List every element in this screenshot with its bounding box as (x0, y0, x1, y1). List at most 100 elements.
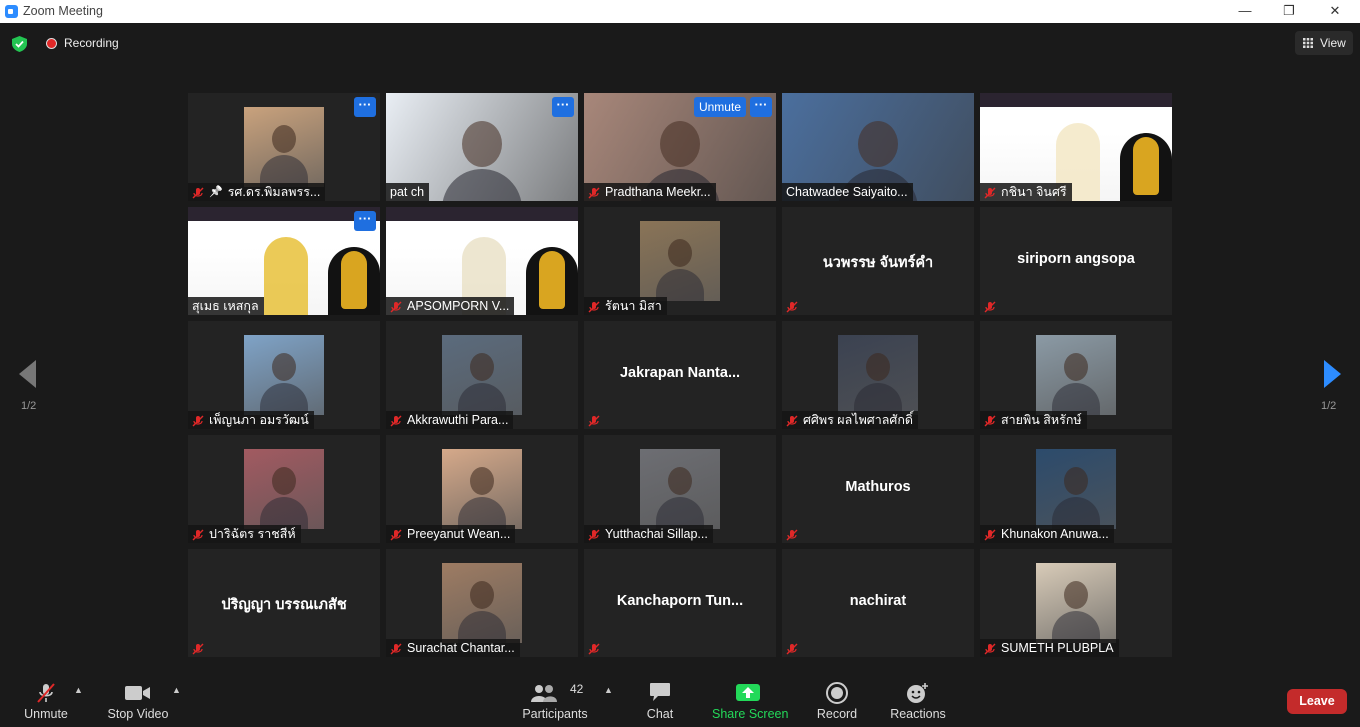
muted-microphone-icon (390, 642, 402, 655)
participant-name-tag: Yutthachai Sillap... (584, 525, 713, 543)
participant-tile[interactable]: Akkrawuthi Para... (386, 321, 578, 429)
participant-name: สุเมธ เหสกุล (192, 299, 259, 313)
participant-name-tag: กชินา จินศรี (980, 183, 1072, 201)
participant-tile[interactable]: Chatwadee Saiyaito... (782, 93, 974, 201)
video-options-chevron-icon[interactable]: ▲ (172, 685, 181, 695)
participant-tile[interactable]: เพ็ญนภา อมรวัฒน์ (188, 321, 380, 429)
more-options-icon[interactable]: ··· (354, 211, 376, 231)
close-button[interactable]: ✕ (1312, 0, 1358, 23)
view-button[interactable]: View (1295, 31, 1353, 55)
participant-name-tag (782, 297, 808, 315)
muted-microphone-icon (588, 300, 600, 313)
participant-display-name: nachirat (849, 593, 907, 609)
participant-tile[interactable]: ··· pat ch (386, 93, 578, 201)
participants-options-chevron-icon[interactable]: ▲ (604, 685, 613, 695)
leave-button[interactable]: Leave (1287, 689, 1347, 714)
participant-name: Akkrawuthi Para... (407, 413, 509, 427)
participant-tile[interactable]: ··· สุเมธ เหสกุล (188, 207, 380, 315)
previous-page-icon[interactable] (19, 360, 36, 388)
participant-tile[interactable]: ศศิพร ผลไพศาลศักดิ์ (782, 321, 974, 429)
participant-tile[interactable]: Surachat Chantar... (386, 549, 578, 657)
participant-tile[interactable]: รัตนา มิสา (584, 207, 776, 315)
participant-tile[interactable]: สายพิน สิหรักษ์ (980, 321, 1172, 429)
participant-photo (640, 449, 720, 529)
participant-name-tag: ศศิพร ผลไพศาลศักดิ์ (782, 411, 919, 429)
record-icon (826, 682, 848, 704)
participant-tile[interactable]: Yutthachai Sillap... (584, 435, 776, 543)
page-indicator-left: 1/2 (21, 400, 37, 412)
participant-tile[interactable]: Unmute ··· Pradthana Meekr... (584, 93, 776, 201)
participant-name-tag (980, 297, 1006, 315)
participant-tile[interactable]: ปาริฉัตร ราชสีห์ (188, 435, 380, 543)
reactions-button[interactable]: Reactions (890, 675, 946, 727)
muted-microphone-icon (192, 642, 204, 655)
participant-name: Khunakon Anuwa... (1001, 527, 1109, 541)
participant-name-tag: Chatwadee Saiyaito... (782, 183, 913, 201)
muted-microphone-icon (390, 300, 402, 313)
muted-microphone-icon (192, 414, 204, 427)
minimize-button[interactable]: — (1222, 0, 1268, 23)
participants-button[interactable]: 42 Participants (522, 675, 588, 727)
muted-microphone-icon (390, 414, 402, 427)
participant-name-tag: รัตนา มิสา (584, 297, 667, 315)
muted-microphone-icon (786, 414, 798, 427)
muted-microphone-icon (984, 186, 996, 199)
participant-display-name: ปริญญา บรรณเภสัช (221, 597, 347, 613)
participant-name: เพ็ญนภา อมรวัฒน์ (209, 413, 309, 427)
participant-name: กชินา จินศรี (1001, 185, 1067, 199)
tile-unmute-button[interactable]: Unmute (693, 97, 746, 117)
chat-button[interactable]: Chat (640, 675, 680, 727)
participant-name-tag (188, 639, 214, 657)
encryption-shield-icon[interactable] (12, 36, 27, 52)
stop-video-button[interactable]: Stop Video (104, 675, 172, 727)
share-screen-button[interactable]: Share Screen (712, 675, 788, 727)
share-screen-icon (736, 684, 760, 701)
chat-label: Chat (646, 707, 674, 721)
participant-name-tag: Khunakon Anuwa... (980, 525, 1114, 543)
participant-name: Chatwadee Saiyaito... (786, 185, 908, 199)
more-options-icon[interactable]: ··· (552, 97, 574, 117)
participant-tile[interactable]: APSOMPORN V... (386, 207, 578, 315)
more-options-icon[interactable]: ··· (750, 97, 772, 117)
participant-photo (442, 449, 522, 529)
participant-name-tag: Surachat Chantar... (386, 639, 520, 657)
participant-name: สายพิน สิหรักษ์ (1001, 413, 1082, 427)
participants-label: Participants (522, 707, 588, 721)
participant-photo (1036, 449, 1116, 529)
participant-name: Preeyanut Wean... (407, 527, 511, 541)
audio-options-chevron-icon[interactable]: ▲ (74, 685, 83, 695)
muted-microphone-icon (786, 528, 798, 541)
more-options-icon[interactable]: ··· (354, 97, 376, 117)
participant-tile[interactable]: Kanchaporn Tun... (584, 549, 776, 657)
pin-icon: 📌 (209, 186, 223, 198)
participant-name-tag: Akkrawuthi Para... (386, 411, 514, 429)
meeting-toolbar: Unmute ▲ Stop Video ▲ 42 Participants ▲ … (0, 675, 1360, 727)
muted-microphone-icon (588, 528, 600, 541)
participant-display-name: siriporn angsopa (1017, 251, 1135, 267)
participant-tile[interactable]: siriporn angsopa (980, 207, 1172, 315)
participant-tile[interactable]: นวพรรษ จันทร์คำ (782, 207, 974, 315)
window-title: Zoom Meeting (23, 4, 103, 18)
participant-tile[interactable]: SUMETH PLUBPLA (980, 549, 1172, 657)
participant-display-name: Mathuros (845, 479, 911, 495)
participant-tile[interactable]: nachirat (782, 549, 974, 657)
participant-tile[interactable]: Mathuros (782, 435, 974, 543)
page-indicator-right: 1/2 (1321, 400, 1337, 412)
participant-tile[interactable]: ··· 📌 รศ.ดร.พิมลพรร... (188, 93, 380, 201)
restore-button[interactable]: ❐ (1266, 0, 1312, 23)
muted-microphone-icon (192, 186, 204, 199)
participant-photo (442, 563, 522, 643)
participant-tile[interactable]: Khunakon Anuwa... (980, 435, 1172, 543)
muted-microphone-icon (588, 414, 600, 427)
next-page-icon[interactable] (1324, 360, 1341, 388)
stop-video-label: Stop Video (107, 707, 169, 721)
participant-display-name: นวพรรษ จันทร์คำ (822, 255, 934, 271)
unmute-button[interactable]: Unmute (16, 675, 76, 727)
participant-tile[interactable]: Jakrapan Nanta... (584, 321, 776, 429)
record-button[interactable]: Record (814, 675, 860, 727)
participant-tile[interactable]: ปริญญา บรรณเภสัช (188, 549, 380, 657)
participant-name: APSOMPORN V... (407, 299, 510, 313)
participant-tile[interactable]: กชินา จินศรี (980, 93, 1172, 201)
participant-tile[interactable]: Preeyanut Wean... (386, 435, 578, 543)
participant-name-tag: ปาริฉัตร ราชสีห์ (188, 525, 301, 543)
